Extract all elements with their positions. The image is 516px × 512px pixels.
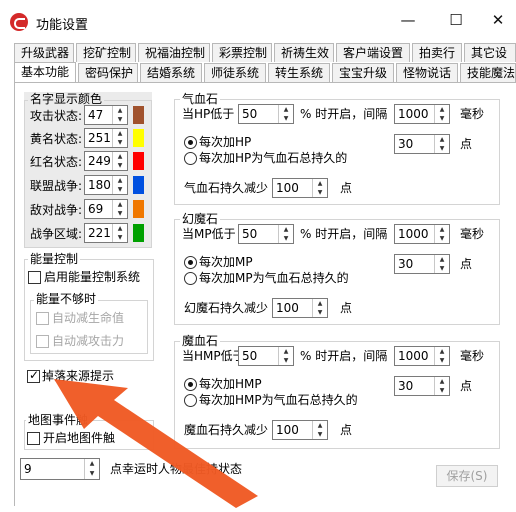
annotation-arrow [54, 379, 258, 508]
annotation-arrow-shape [54, 379, 258, 508]
